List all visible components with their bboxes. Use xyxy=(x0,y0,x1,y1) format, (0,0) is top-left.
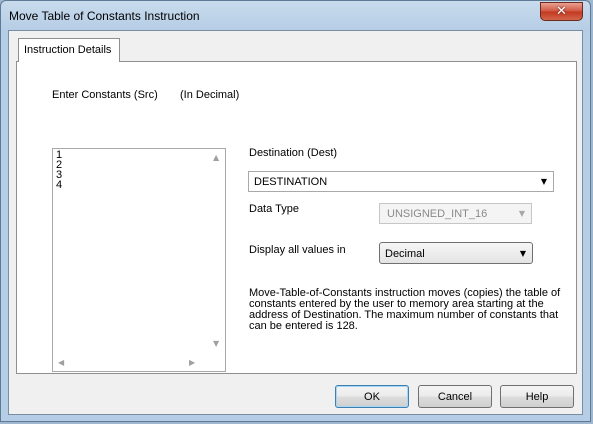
ok-button[interactable]: OK xyxy=(335,385,409,408)
close-icon: ✕ xyxy=(556,4,567,19)
scroll-right-arrow-icon[interactable]: ▶ xyxy=(189,358,195,367)
chevron-down-icon: ▼ xyxy=(540,177,547,186)
window-title: Move Table of Constants Instruction xyxy=(9,9,200,23)
destination-label: Destination (Dest) xyxy=(249,147,338,159)
tab-label: Instruction Details xyxy=(24,44,112,56)
help-button[interactable]: Help xyxy=(500,385,574,408)
data-type-label: Data Type xyxy=(249,203,299,215)
ok-button-label: OK xyxy=(364,390,380,403)
source-label: Enter Constants (Src) xyxy=(52,89,158,101)
constants-textarea[interactable]: 1 2 3 4 ▲ ▼ ◀ ▶ xyxy=(52,148,226,372)
scroll-left-arrow-icon[interactable]: ◀ xyxy=(58,358,64,367)
destination-value: DESTINATION xyxy=(254,176,328,188)
close-button[interactable]: ✕ xyxy=(540,2,583,21)
instruction-description: Move-Table-of-Constants instruction move… xyxy=(249,287,561,332)
display-values-select[interactable]: Decimal ▼ xyxy=(379,242,533,264)
tab-panel: Enter Constants (Src) (In Decimal) 1 2 3… xyxy=(16,61,577,374)
destination-combobox[interactable]: DESTINATION ▼ xyxy=(248,171,554,192)
chevron-down-icon: ▼ xyxy=(518,209,525,218)
constant-value: 4 xyxy=(56,179,63,191)
horizontal-scrollbar[interactable]: ◀ ▶ xyxy=(53,354,209,371)
data-type-value: UNSIGNED_INT_16 xyxy=(387,208,488,220)
help-button-label: Help xyxy=(525,390,549,403)
scroll-up-arrow-icon[interactable]: ▲ xyxy=(213,153,219,162)
title-bar[interactable]: Move Table of Constants Instruction ✕ xyxy=(1,1,590,31)
tab-instruction-details[interactable]: Instruction Details xyxy=(18,38,120,62)
display-values-value: Decimal xyxy=(385,248,425,260)
constants-values: 1 2 3 4 xyxy=(56,150,63,191)
scroll-down-arrow-icon[interactable]: ▼ xyxy=(213,339,219,348)
radix-note: (In Decimal) xyxy=(180,89,240,101)
vertical-scrollbar[interactable]: ▲ ▼ xyxy=(208,149,225,355)
dialog-window: Move Table of Constants Instruction ✕ In… xyxy=(0,0,591,422)
chevron-down-icon: ▼ xyxy=(519,249,526,258)
dialog-client-area: Instruction Details Enter Constants (Src… xyxy=(8,30,583,415)
display-values-label: Display all values in xyxy=(249,244,346,256)
cancel-button[interactable]: Cancel xyxy=(418,385,492,408)
data-type-select[interactable]: UNSIGNED_INT_16 ▼ xyxy=(379,203,532,224)
cancel-button-label: Cancel xyxy=(437,390,473,403)
